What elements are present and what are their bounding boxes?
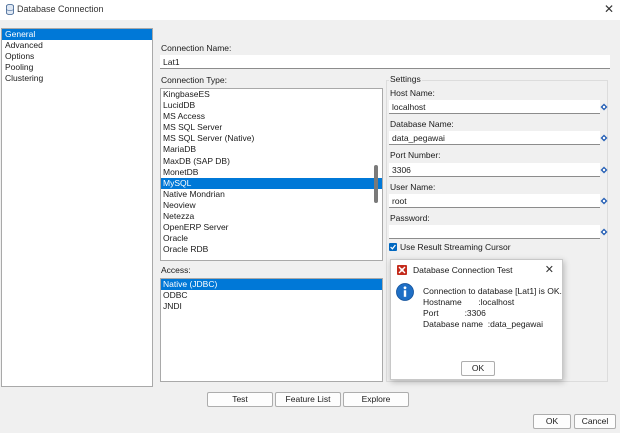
streaming-cursor-checkbox[interactable] <box>389 243 397 251</box>
info-icon <box>396 283 414 301</box>
connection-type-item[interactable]: Oracle <box>161 233 382 244</box>
connection-type-item[interactable]: Native Mondrian <box>161 189 382 200</box>
port-number-label: Port Number: <box>390 150 441 160</box>
host-name-label: Host Name: <box>390 88 435 98</box>
variable-icon[interactable] <box>600 103 608 111</box>
ok-button[interactable]: OK <box>533 414 571 429</box>
connection-type-label: Connection Type: <box>161 75 227 85</box>
variable-icon[interactable] <box>600 197 608 205</box>
connection-test-dialog: Database Connection Test ✕ Connection to… <box>390 259 563 380</box>
variable-icon[interactable] <box>600 228 608 236</box>
dialog-ok-button[interactable]: OK <box>461 361 495 376</box>
connection-type-item[interactable]: MS SQL Server <box>161 122 382 133</box>
variable-icon[interactable] <box>600 134 608 142</box>
dialog-port-line: Port :3306 <box>423 308 486 318</box>
access-label: Access: <box>161 265 191 275</box>
nav-item[interactable]: General <box>2 29 152 40</box>
connection-type-item[interactable]: Oracle RDB <box>161 244 382 255</box>
connection-type-item[interactable]: MaxDB (SAP DB) <box>161 156 382 167</box>
access-list[interactable]: Native (JDBC) ODBC JNDI <box>160 278 383 382</box>
connection-type-item[interactable]: LucidDB <box>161 100 382 111</box>
port-number-input[interactable] <box>389 163 600 177</box>
database-name-label: Database Name: <box>390 119 454 129</box>
user-name-label: User Name: <box>390 182 436 192</box>
nav-item[interactable]: Advanced <box>2 40 152 51</box>
connection-name-input[interactable] <box>160 55 610 69</box>
dialog-close-icon[interactable]: ✕ <box>545 263 554 276</box>
connection-type-item[interactable]: MS SQL Server (Native) <box>161 133 382 144</box>
scrollbar-thumb[interactable] <box>374 165 378 203</box>
host-name-input[interactable] <box>389 100 600 114</box>
connection-type-list[interactable]: KingbaseES LucidDB MS Access MS SQL Server M… <box>160 88 383 261</box>
password-input[interactable] <box>389 225 600 239</box>
dialog-hostname-line: Hostname :localhost <box>423 297 515 307</box>
nav-item[interactable]: Pooling <box>2 62 152 73</box>
nav-item[interactable]: Options <box>2 51 152 62</box>
connection-name-label: Connection Name: <box>161 43 232 53</box>
nav-item[interactable]: Clustering <box>2 73 152 84</box>
close-icon[interactable]: ✕ <box>598 0 620 20</box>
test-button[interactable]: Test <box>207 392 273 407</box>
database-name-input[interactable] <box>389 131 600 145</box>
dialog-title: Database Connection Test <box>413 265 513 275</box>
connection-type-item[interactable]: Netezza <box>161 211 382 222</box>
password-label: Password: <box>390 213 430 223</box>
access-item[interactable]: ODBC <box>161 290 382 301</box>
cancel-button[interactable]: Cancel <box>574 414 616 429</box>
connection-type-item[interactable]: Neoview <box>161 200 382 211</box>
access-item[interactable]: JNDI <box>161 301 382 312</box>
connection-type-item[interactable]: KingbaseES <box>161 89 382 100</box>
dialog-message: Connection to database [Lat1] is OK. <box>423 286 562 296</box>
explore-button[interactable]: Explore <box>343 392 409 407</box>
connection-type-item[interactable]: MonetDB <box>161 167 382 178</box>
connection-type-item[interactable]: OpenERP Server <box>161 222 382 233</box>
connection-type-item[interactable]: MySQL <box>161 177 382 189</box>
database-icon <box>6 4 14 15</box>
streaming-cursor-label: Use Result Streaming Cursor <box>400 242 511 252</box>
dialog-dbname-line: Database name :data_pegawai <box>423 319 544 329</box>
checkmark-icon <box>390 244 396 250</box>
connection-type-scrollbar[interactable] <box>371 89 380 260</box>
settings-group-label: Settings <box>389 74 422 84</box>
app-logo-icon <box>397 265 407 275</box>
variable-icon[interactable] <box>600 166 608 174</box>
access-item[interactable]: Native (JDBC) <box>161 279 382 291</box>
connection-type-item[interactable]: MariaDB <box>161 144 382 155</box>
title-bar: Database Connection ✕ <box>0 0 620 20</box>
connection-type-item[interactable]: MS Access <box>161 111 382 122</box>
window-title: Database Connection <box>17 4 104 14</box>
user-name-input[interactable] <box>389 194 600 208</box>
settings-category-list[interactable]: General Advanced Options Pooling Clustering <box>1 28 153 387</box>
feature-list-button[interactable]: Feature List <box>275 392 341 407</box>
